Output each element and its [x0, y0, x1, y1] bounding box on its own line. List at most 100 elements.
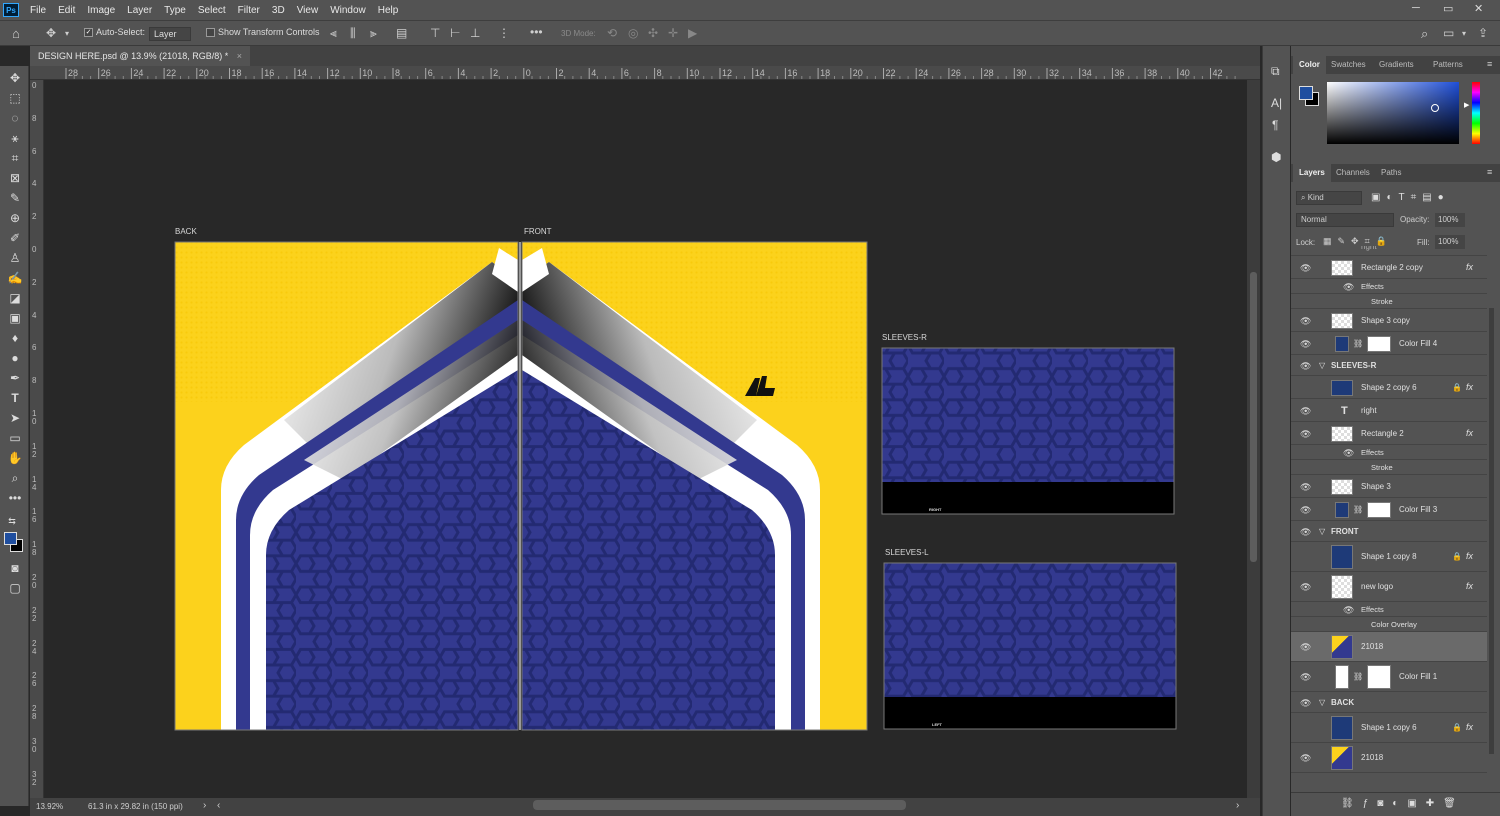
layer-row[interactable]: 👁 new logo fx: [1291, 572, 1487, 602]
layer-row[interactable]: 👁 ⛓ Color Fill 3: [1291, 498, 1487, 521]
color-picker-cursor[interactable]: [1431, 104, 1439, 112]
dodge-icon[interactable]: ●: [5, 349, 25, 367]
menu-edit[interactable]: Edit: [52, 5, 81, 16]
layer-effect[interactable]: 👁 Effects: [1291, 602, 1487, 617]
rectangle-icon[interactable]: ▭: [5, 429, 25, 447]
status-menu-icon[interactable]: ›: [203, 800, 206, 811]
clone-stamp-icon[interactable]: ♙: [5, 249, 25, 267]
layer-thumbnail[interactable]: [1331, 716, 1353, 740]
tab-color[interactable]: Color: [1293, 56, 1326, 74]
visibility-eye-icon[interactable]: 👁: [1300, 672, 1311, 683]
vertical-scroll-thumb[interactable]: [1250, 272, 1257, 562]
tab-paths[interactable]: Paths: [1375, 164, 1407, 182]
visibility-eye-icon[interactable]: 👁: [1300, 361, 1311, 372]
hand-icon[interactable]: ✋: [5, 449, 25, 467]
kind-filter-dropdown[interactable]: ⌕ Kind: [1296, 191, 1362, 205]
opacity-input[interactable]: 100%: [1435, 213, 1465, 227]
menu-layer[interactable]: Layer: [121, 5, 158, 16]
layer-row[interactable]: 👁 Rectangle 2 fx: [1291, 422, 1487, 445]
distribute-icon[interactable]: ▤: [396, 26, 407, 40]
crop-icon[interactable]: ⌗: [5, 149, 25, 167]
visibility-eye-icon[interactable]: 👁: [1300, 527, 1311, 538]
align-bottom-icon[interactable]: ⊥: [470, 26, 480, 40]
layer-thumbnail[interactable]: [1331, 313, 1353, 329]
workspace-icon[interactable]: ▭: [1443, 26, 1454, 40]
tab-channels[interactable]: Channels: [1330, 164, 1376, 182]
3d-pan-icon[interactable]: ✣: [648, 26, 658, 40]
visibility-eye-icon[interactable]: 👁: [1300, 263, 1311, 274]
layer-row[interactable]: Shape 2 copy 6 🔒 fx: [1291, 376, 1487, 399]
eyedropper-icon[interactable]: ✎: [5, 189, 25, 207]
layer-effect[interactable]: 👁 Effects: [1291, 445, 1487, 460]
visibility-eye-icon[interactable]: 👁: [1300, 429, 1311, 440]
scroll-left-icon[interactable]: ‹: [217, 800, 220, 811]
visibility-eye-icon[interactable]: 👁: [1300, 316, 1311, 327]
align-center-icon[interactable]: ⫼: [350, 26, 356, 41]
layer-thumbnail[interactable]: [1331, 380, 1353, 396]
3d-camera-icon[interactable]: ▶: [688, 26, 697, 40]
healing-icon[interactable]: ⊕: [5, 209, 25, 227]
foreground-color-swatch[interactable]: [4, 532, 17, 545]
history-brush-icon[interactable]: ✍: [5, 269, 25, 287]
3d-icon[interactable]: ⬢: [1271, 150, 1281, 164]
restore-button[interactable]: ▭: [1443, 2, 1453, 15]
menu-window[interactable]: Window: [324, 5, 372, 16]
layer-group[interactable]: 👁 ▽ FRONT: [1291, 521, 1487, 542]
layer-mask-thumbnail[interactable]: [1367, 336, 1391, 352]
hue-slider[interactable]: [1472, 82, 1480, 144]
layer-effect[interactable]: Stroke: [1291, 294, 1487, 309]
quick-mask-icon[interactable]: ◙: [5, 559, 25, 577]
layer-filter-icons[interactable]: ▣◐T⌗▤●: [1371, 192, 1450, 203]
move-icon[interactable]: ✥: [5, 69, 25, 87]
3d-orbit-icon[interactable]: ⟲: [607, 26, 617, 40]
layer-thumbnail[interactable]: [1331, 635, 1353, 659]
visibility-eye-icon[interactable]: 👁: [1300, 482, 1311, 493]
layers-scrollbar[interactable]: [1489, 308, 1494, 754]
menu-file[interactable]: File: [24, 5, 52, 16]
layer-row[interactable]: 👁 21018: [1291, 632, 1487, 662]
visibility-eye-icon[interactable]: 👁: [1300, 582, 1311, 593]
type-icon[interactable]: T: [5, 389, 25, 407]
layer-group[interactable]: 👁 ▽ BACK: [1291, 692, 1487, 713]
menu-3d[interactable]: 3D: [266, 5, 291, 16]
menu-view[interactable]: View: [291, 5, 325, 16]
tab-layers[interactable]: Layers: [1293, 164, 1331, 182]
paragraph-icon[interactable]: ¶: [1272, 118, 1278, 132]
zoom-level[interactable]: 13.92%: [36, 802, 63, 811]
layer-row[interactable]: 👁 Tright: [1291, 399, 1487, 422]
tab-swatches[interactable]: Swatches: [1325, 56, 1372, 74]
3d-roll-icon[interactable]: ◎: [628, 26, 638, 40]
visibility-eye-icon[interactable]: 👁: [1300, 339, 1311, 350]
auto-select-dropdown[interactable]: Layer: [149, 27, 191, 41]
layer-effect[interactable]: Color Overlay: [1291, 617, 1487, 632]
close-tab-icon[interactable]: ×: [237, 51, 242, 61]
panel-menu-icon[interactable]: ≡: [1487, 167, 1492, 177]
layer-effect[interactable]: 👁 Effects: [1291, 279, 1487, 294]
layer-thumbnail[interactable]: [1331, 746, 1353, 770]
effects-icon[interactable]: fx: [1466, 428, 1473, 438]
layer-thumbnail[interactable]: [1331, 260, 1353, 276]
layer-thumbnail[interactable]: [1331, 575, 1353, 599]
blend-mode-dropdown[interactable]: Normal: [1296, 213, 1394, 227]
visibility-eye-icon[interactable]: 👁: [1343, 448, 1354, 459]
group-expand-icon[interactable]: ▽: [1319, 527, 1325, 536]
link-icon[interactable]: ⛓: [1353, 672, 1363, 681]
layer-effect[interactable]: Stroke: [1291, 460, 1487, 475]
blur-icon[interactable]: ♦: [5, 329, 25, 347]
layer-group[interactable]: 👁 ▽ SLEEVES-R: [1291, 355, 1487, 376]
menu-image[interactable]: Image: [81, 5, 121, 16]
align-top-icon[interactable]: ⊤: [430, 26, 440, 40]
color-foreground-swatch[interactable]: [1299, 86, 1313, 100]
character-icon[interactable]: A|: [1271, 96, 1282, 110]
zoom-icon[interactable]: ⌕: [5, 469, 25, 487]
visibility-eye-icon[interactable]: 👁: [1343, 282, 1354, 293]
scroll-right-icon[interactable]: ›: [1236, 800, 1239, 811]
visibility-eye-icon[interactable]: 👁: [1300, 505, 1311, 516]
layer-row[interactable]: 👁 ⛓ Color Fill 4: [1291, 332, 1487, 355]
lasso-icon[interactable]: ◌: [5, 109, 25, 127]
layer-actions-icons[interactable]: ⛓ƒ◙◐▣✚🗑: [1341, 798, 1465, 809]
brush-icon[interactable]: ✐: [5, 229, 25, 247]
history-icon[interactable]: ⧉: [1271, 64, 1280, 79]
document-tab[interactable]: DESIGN HERE.psd @ 13.9% (21018, RGB/8) *…: [30, 46, 250, 66]
distribute-vertical-icon[interactable]: ⋮: [498, 26, 510, 40]
